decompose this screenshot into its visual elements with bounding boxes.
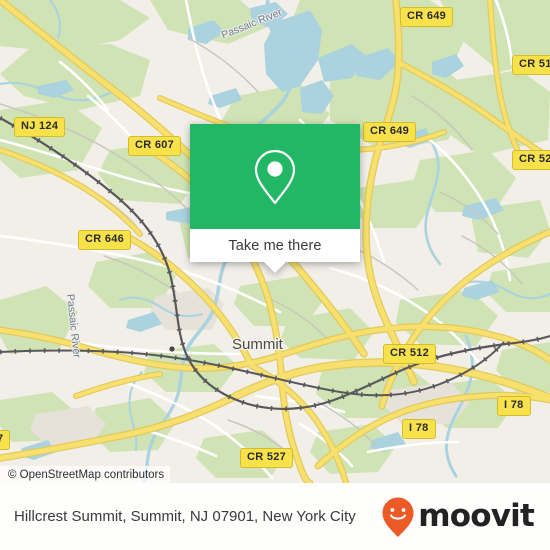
road-shield-partial-left[interactable]: 7 [0,430,11,450]
take-me-there-label: Take me there [228,237,322,254]
road-shield-cr-646[interactable]: CR 646 [78,230,132,250]
station-dot [169,346,175,352]
road-shield-cr-649-north[interactable]: CR 649 [400,7,454,27]
road-shield-cr-527-south[interactable]: CR 527 [240,448,294,468]
attribution-text: © OpenStreetMap contributors [8,468,165,481]
location-popup-card[interactable]: Take me there [190,124,360,273]
road-shield-cr-512[interactable]: CR 512 [383,344,437,364]
map-pin-icon [254,149,296,204]
road-shield-cr-527-east[interactable]: CR 527 [512,150,550,170]
road-shield-cr-649-mid[interactable]: CR 649 [363,122,417,142]
road-shield-cr-607[interactable]: CR 607 [128,136,182,156]
road-shield-cr-516[interactable]: CR 516 [512,55,550,75]
popup-action-bar[interactable]: Take me there [190,229,360,262]
moovit-wordmark: moovit [418,498,535,534]
address-label: Hillcrest Summit, Summit, NJ 07901, New … [14,508,356,525]
moovit-brand[interactable]: moovit [381,496,535,538]
road-shield-i-78-mid[interactable]: I 78 [402,419,436,439]
map-canvas[interactable]: Summit Passaic River Passaic River CR 64… [0,0,550,483]
place-label-summit: Summit [232,336,283,353]
osm-attribution[interactable]: © OpenStreetMap contributors [0,466,171,483]
map-screenshot: Summit Passaic River Passaic River CR 64… [0,0,550,550]
popup-header [190,124,360,229]
footer-bar: Hillcrest Summit, Summit, NJ 07901, New … [0,483,550,550]
road-shield-nj-124[interactable]: NJ 124 [14,117,66,137]
popup-tail-pointer [264,262,286,273]
moovit-pin-icon [382,497,414,537]
road-shield-i-78-east[interactable]: I 78 [497,396,531,416]
